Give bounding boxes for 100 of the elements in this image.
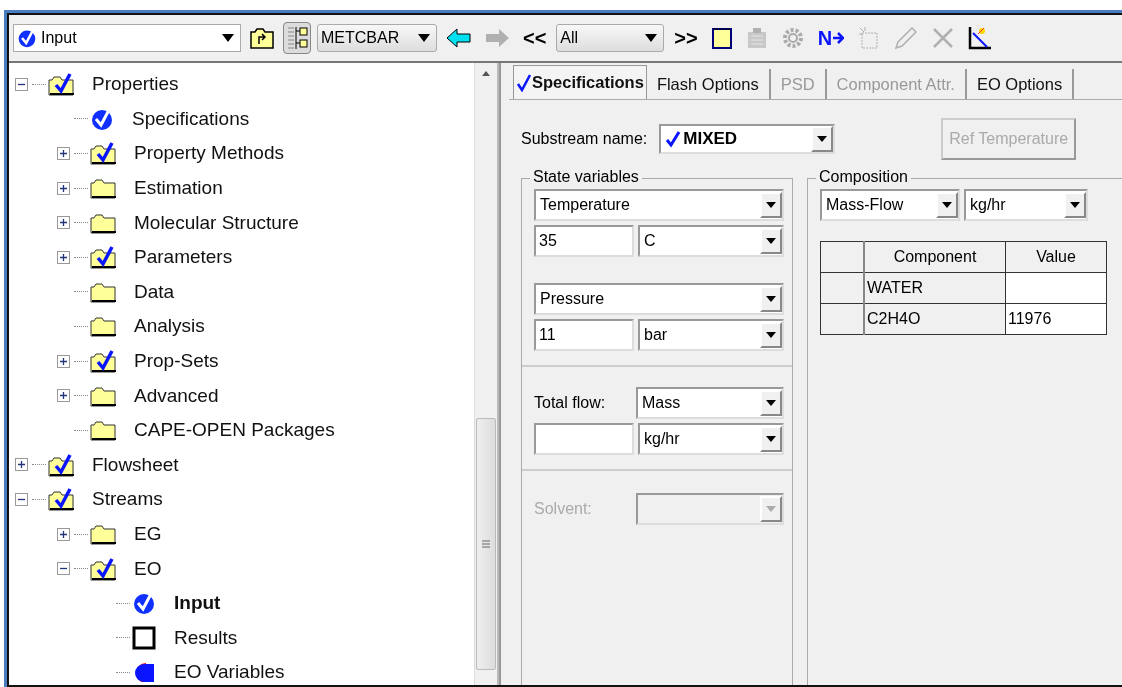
dropdown-button[interactable] [936, 192, 958, 218]
square-icon [132, 625, 156, 650]
basis-combo[interactable]: Mass-Flow [820, 189, 960, 221]
page-button[interactable]: << [519, 26, 551, 50]
checked-folder-icon [48, 452, 74, 477]
chart-icon [967, 25, 994, 51]
tree-item[interactable]: Specifications [130, 107, 252, 130]
scroll-thumb[interactable] [476, 418, 496, 670]
substream-combo[interactable]: MIXED [659, 124, 836, 154]
row-header[interactable] [820, 272, 864, 304]
dropdown-button[interactable] [760, 322, 782, 348]
caret-icon [766, 400, 776, 406]
tree-item[interactable]: Results [172, 626, 240, 649]
expand-icon[interactable] [57, 216, 70, 230]
caret-icon [766, 238, 776, 244]
checked-folder-icon [90, 556, 116, 581]
right-arrow-icon [832, 31, 845, 45]
dropdown-button[interactable] [760, 228, 782, 254]
value-field[interactable]: 11 [534, 319, 634, 351]
folder-icon [90, 177, 116, 200]
tree-item[interactable]: Flowsheet [90, 453, 181, 476]
unit-combo[interactable]: kg/hr [964, 189, 1088, 221]
tree-item[interactable]: EG [132, 523, 164, 545]
table-cell[interactable] [1005, 272, 1107, 304]
next-button[interactable]: N [813, 26, 849, 50]
basis-combo[interactable]: Mass [636, 387, 784, 419]
row-header[interactable] [820, 303, 864, 335]
tree-item[interactable]: Property Methods [132, 142, 286, 165]
tree-item[interactable]: EO [132, 557, 164, 580]
caret-icon [766, 202, 776, 208]
table-cell: WATER [864, 272, 1006, 304]
group-title: Composition [816, 168, 911, 186]
tree-view-icon [286, 25, 308, 51]
tree-item[interactable]: CAPE-OPEN Packages [132, 419, 337, 442]
flow-field[interactable] [534, 423, 634, 455]
dropdown-button[interactable] [1064, 192, 1086, 218]
checked-folder-icon [48, 72, 74, 97]
unit-combo[interactable]: bar [638, 319, 784, 351]
unit-combo[interactable]: C [638, 225, 784, 257]
checked-folder-icon [48, 487, 74, 512]
caret-icon [766, 436, 776, 442]
folder-up-icon [250, 27, 274, 49]
tree-item[interactable]: Prop-Sets [132, 350, 221, 373]
dropdown-button[interactable] [760, 390, 782, 416]
tree-item[interactable]: Parameters [132, 246, 235, 269]
tree-item[interactable]: Streams [90, 488, 165, 511]
unit-combo[interactable]: kg/hr [638, 423, 784, 455]
dropdown-button[interactable] [760, 192, 782, 218]
folder-icon [90, 419, 116, 442]
close-icon [931, 26, 956, 50]
grip-icon [481, 539, 491, 549]
toolbar-combo[interactable]: METCBAR [317, 24, 437, 52]
column-header: Component [864, 241, 1006, 273]
tree-item[interactable]: Properties [90, 73, 181, 96]
field-label: Substream name: [521, 130, 648, 148]
tree-view-button[interactable] [283, 22, 311, 54]
caret-icon [766, 296, 776, 302]
page-button[interactable]: >> [670, 26, 702, 50]
variable-combo[interactable]: Temperature [534, 189, 784, 221]
collapse-icon[interactable] [15, 492, 28, 506]
value-field[interactable]: 35 [534, 225, 634, 257]
dropdown-button[interactable] [811, 126, 834, 152]
expand-icon[interactable] [15, 458, 28, 472]
expand-icon[interactable] [57, 181, 70, 195]
caret-icon [766, 506, 776, 512]
variable-combo[interactable]: Pressure [534, 283, 784, 315]
toolbar-combo[interactable]: Input [13, 24, 241, 52]
checked-folder-icon [90, 349, 116, 374]
expand-icon[interactable] [57, 250, 70, 264]
expand-icon[interactable] [57, 389, 70, 403]
checked-folder-icon [90, 141, 116, 166]
tree-item[interactable]: Data [132, 280, 177, 303]
tree-item[interactable]: Analysis [132, 315, 207, 338]
left-arrow-icon [446, 28, 472, 48]
tree-item[interactable]: Input [172, 592, 223, 615]
note-icon [710, 26, 733, 50]
toolbar-combo[interactable]: All [556, 24, 665, 52]
collapse-icon[interactable] [15, 77, 28, 91]
table-cell[interactable]: 11976 [1005, 303, 1107, 335]
dropdown-button[interactable] [760, 426, 782, 452]
expand-icon[interactable] [57, 527, 70, 541]
scrollbar[interactable] [474, 63, 497, 685]
field-label: Total flow: [534, 394, 606, 412]
tree-item[interactable]: Molecular Structure [132, 211, 301, 234]
collapse-icon[interactable] [57, 562, 70, 576]
tree-item[interactable]: Advanced [132, 384, 221, 407]
tab[interactable]: Specifications [513, 65, 647, 99]
right-arrow-icon [484, 28, 510, 48]
column-header: Value [1005, 241, 1107, 273]
caret-icon [817, 136, 828, 142]
dropdown-button[interactable] [760, 286, 782, 312]
tree-item[interactable]: Estimation [132, 177, 225, 200]
expand-icon[interactable] [57, 354, 70, 368]
gear-icon [780, 26, 805, 50]
caret-icon [766, 332, 776, 338]
table-cell: C2H4O [864, 303, 1006, 335]
expand-icon[interactable] [57, 147, 70, 160]
tree-item[interactable]: EO Variables [172, 661, 287, 684]
folder-icon [90, 315, 116, 338]
folder-icon [90, 384, 116, 407]
